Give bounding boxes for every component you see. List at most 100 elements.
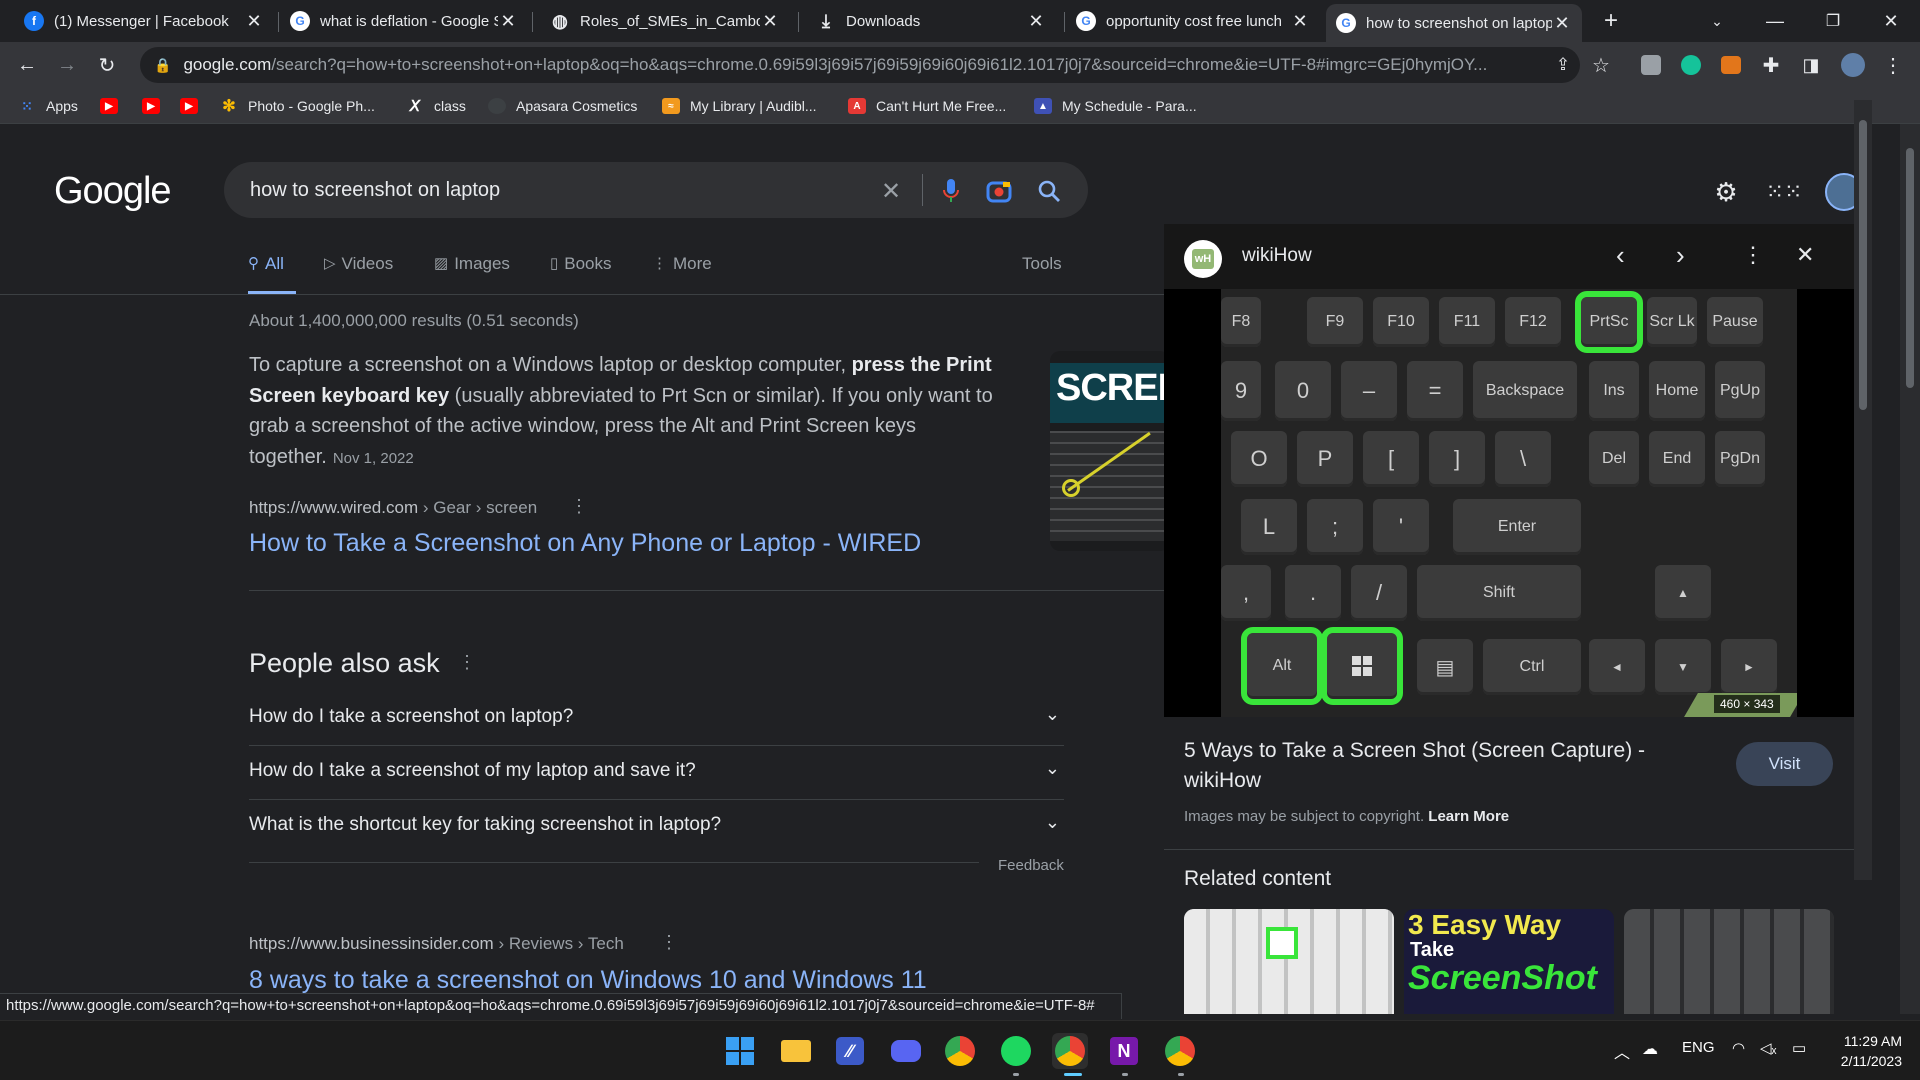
clear-search-icon[interactable]: ✕: [876, 176, 906, 206]
bookmark-my-schedule[interactable]: ▲ My Schedule - Para...: [1034, 95, 1197, 117]
feedback-link[interactable]: Feedback: [998, 857, 1064, 874]
address-bar[interactable]: 🔒 google.com/search?q=how+to+screenshot+…: [140, 47, 1580, 83]
voice-search-icon[interactable]: [936, 176, 966, 206]
paa-question[interactable]: How do I take a screenshot of my laptop …: [249, 746, 1064, 800]
bookmark-apasara[interactable]: Apasara Cosmetics: [488, 95, 637, 117]
tab-books[interactable]: ▯ Books: [550, 254, 612, 294]
tab-downloads[interactable]: ⤓ Downloads ✕: [806, 4, 1056, 38]
share-icon[interactable]: ⇪: [1548, 50, 1578, 80]
close-icon[interactable]: ✕: [1026, 11, 1046, 32]
visit-button[interactable]: Visit: [1736, 742, 1833, 786]
page-scrollbar[interactable]: [1900, 124, 1920, 1014]
close-icon[interactable]: ✕: [1290, 11, 1310, 32]
close-icon[interactable]: ✕: [498, 11, 518, 32]
metamask-icon[interactable]: [1716, 50, 1746, 80]
profile-avatar-icon[interactable]: [1838, 50, 1868, 80]
result-citation[interactable]: https://www.wired.com › Gear › screen: [249, 498, 537, 518]
tab-deflation[interactable]: G what is deflation - Google Search ✕: [280, 4, 528, 38]
spotify-icon[interactable]: [998, 1033, 1034, 1069]
settings-gear-icon[interactable]: ⚙: [1706, 172, 1746, 212]
paa-options-icon[interactable]: ⋮: [458, 652, 476, 673]
tab-smes[interactable]: ◍ Roles_of_SMEs_in_Cambodia ✕: [540, 4, 790, 38]
search-input[interactable]: how to screenshot on laptop: [250, 179, 500, 202]
close-panel-icon[interactable]: ✕: [1796, 242, 1814, 268]
result-options-icon[interactable]: ⋮: [570, 496, 588, 517]
close-icon[interactable]: ✕: [244, 11, 264, 32]
key-backspace: Backspace: [1473, 361, 1577, 421]
tab-search-chevron-icon[interactable]: ⌄: [1694, 6, 1740, 36]
panel-options-icon[interactable]: ⋮: [1742, 242, 1764, 268]
forward-arrow-icon[interactable]: →: [52, 50, 82, 80]
paa-question[interactable]: How do I take a screenshot on laptop? ⌄: [249, 692, 1064, 746]
related-thumbnail[interactable]: [1184, 909, 1394, 1014]
bookmark-cant-hurt-me[interactable]: A Can't Hurt Me Free...: [848, 95, 1006, 117]
battery-icon[interactable]: ▭: [1792, 1039, 1806, 1057]
tab-more[interactable]: ⋮ More: [652, 254, 712, 294]
bookmark-google-photos[interactable]: ✻ Photo - Google Ph...: [220, 95, 375, 117]
file-explorer-icon[interactable]: [778, 1033, 814, 1069]
search-box[interactable]: how to screenshot on laptop ✕: [224, 162, 1088, 218]
paa-question[interactable]: What is the shortcut key for taking scre…: [249, 800, 1064, 854]
bookmark-class[interactable]: 𝘟 class: [406, 95, 466, 117]
onenote-icon[interactable]: N: [1106, 1033, 1142, 1069]
related-thumbnail[interactable]: [1624, 909, 1834, 1014]
minimize-button[interactable]: —: [1752, 6, 1798, 36]
restore-button[interactable]: ❐: [1810, 6, 1856, 36]
system-clock[interactable]: 11:29 AM 2/11/2023: [1820, 1031, 1902, 1071]
grammarly-icon[interactable]: [1676, 50, 1706, 80]
bookmark-youtube-3[interactable]: ▶: [180, 95, 208, 117]
reload-icon[interactable]: ↻: [92, 50, 122, 80]
lock-icon[interactable]: 🔒: [154, 57, 171, 74]
search-icon[interactable]: [1034, 176, 1064, 206]
notes-app-icon[interactable]: ∕∕: [832, 1033, 868, 1069]
chrome-profile-icon[interactable]: [1162, 1033, 1198, 1069]
new-tab-button[interactable]: +: [1588, 6, 1634, 36]
chrome-icon-active[interactable]: [1052, 1033, 1088, 1069]
close-icon[interactable]: ✕: [760, 11, 780, 32]
extension-icon[interactable]: [1636, 50, 1666, 80]
extensions-puzzle-icon[interactable]: ✚: [1756, 50, 1786, 80]
bookmark-apps[interactable]: ⁙ Apps: [18, 95, 78, 117]
related-thumbnail[interactable]: 3 Easy Way Take ScreenShot: [1404, 909, 1614, 1014]
discord-icon[interactable]: [888, 1033, 924, 1069]
tab-images[interactable]: ▨ Images: [434, 254, 510, 294]
bookmark-youtube-1[interactable]: ▶: [100, 95, 128, 117]
bookmark-star-icon[interactable]: ☆: [1586, 50, 1616, 80]
snippet-thumbnail[interactable]: SCREE: [1050, 351, 1170, 551]
tools-button[interactable]: Tools: [1022, 254, 1062, 294]
window-close-button[interactable]: ✕: [1868, 6, 1914, 36]
wifi-icon[interactable]: ◠: [1732, 1039, 1745, 1057]
bookmark-youtube-2[interactable]: ▶: [142, 95, 170, 117]
panel-image-title[interactable]: 5 Ways to Take a Screen Shot (Screen Cap…: [1184, 736, 1724, 796]
result-options-icon[interactable]: ⋮: [660, 932, 678, 953]
result-title-link[interactable]: How to Take a Screenshot on Any Phone or…: [249, 529, 921, 558]
next-image-icon[interactable]: ›: [1676, 240, 1685, 271]
language-indicator[interactable]: ENG: [1682, 1039, 1715, 1056]
speaker-muted-icon[interactable]: ◁ₓ: [1760, 1039, 1776, 1057]
result-title-link[interactable]: 8 ways to take a screenshot on Windows 1…: [249, 966, 927, 995]
tab-all[interactable]: ⚲ All: [248, 254, 296, 294]
google-icon: G: [1076, 11, 1096, 31]
learn-more-link[interactable]: Learn More: [1428, 808, 1509, 825]
previous-image-icon[interactable]: ‹: [1616, 240, 1625, 271]
google-apps-icon[interactable]: ⁙⁙: [1764, 172, 1804, 212]
close-icon[interactable]: ✕: [1552, 13, 1572, 34]
google-logo[interactable]: Google: [54, 170, 172, 213]
chrome-icon[interactable]: [942, 1033, 978, 1069]
windows-start-icon[interactable]: [722, 1033, 758, 1069]
side-panel-icon[interactable]: ◨: [1796, 50, 1826, 80]
onedrive-cloud-icon[interactable]: ☁: [1642, 1039, 1658, 1059]
browser-menu-icon[interactable]: ⋮: [1878, 50, 1908, 80]
panel-source[interactable]: wikiHow: [1242, 245, 1312, 267]
tab-messenger[interactable]: f (1) Messenger | Facebook ✕: [14, 4, 274, 38]
result-citation[interactable]: https://www.businessinsider.com › Review…: [249, 934, 624, 954]
lens-camera-icon[interactable]: [984, 176, 1014, 206]
tab-videos[interactable]: ▷ Videos: [324, 254, 393, 294]
tab-screenshot-active[interactable]: G how to screenshot on laptop ✕: [1326, 4, 1582, 42]
panel-scrollbar[interactable]: [1854, 100, 1872, 880]
tab-opportunity-cost[interactable]: G opportunity cost free lunch ✕: [1066, 4, 1320, 38]
back-arrow-icon[interactable]: ←: [12, 50, 42, 80]
tray-chevron-up-icon[interactable]: ︿: [1614, 1039, 1630, 1063]
preview-image[interactable]: F8 F9 F10 F11 F12 PrtSc Scr Lk Pause 9 0…: [1164, 289, 1854, 717]
bookmark-audible[interactable]: ≈ My Library | Audibl...: [662, 95, 817, 117]
